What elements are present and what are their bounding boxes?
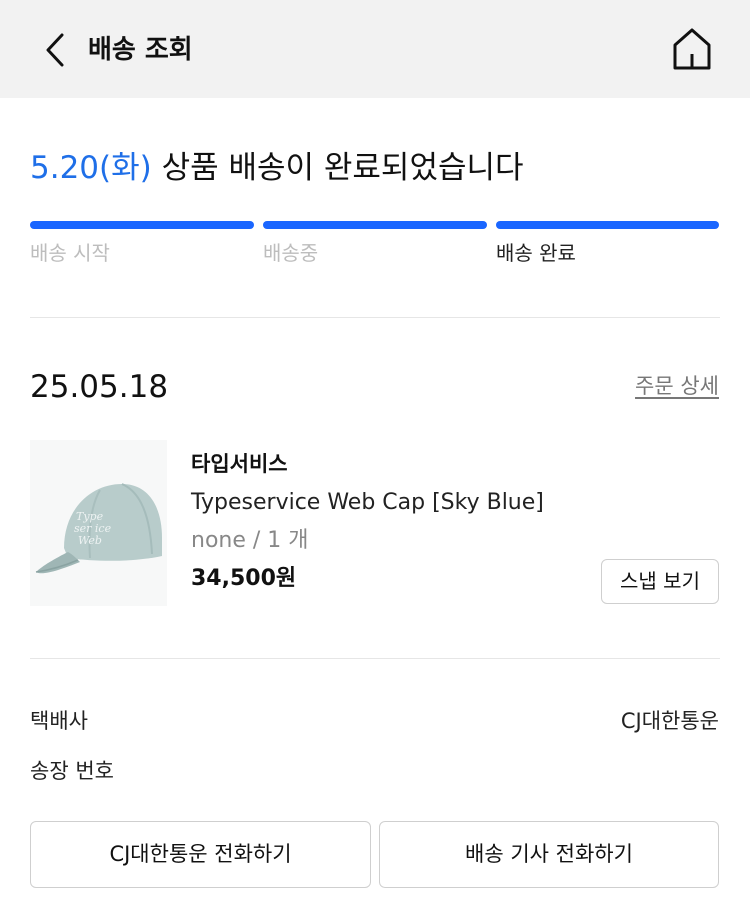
progress-label-start: 배송 시작 [30, 241, 110, 265]
cap-image: Type ser ice Web [30, 440, 167, 606]
call-driver-button[interactable]: 배송 기사 전화하기 [379, 821, 719, 888]
svg-text:Web: Web [78, 534, 102, 547]
page-title: 배송 조회 [88, 35, 193, 65]
order-date: 25.05.18 [30, 369, 169, 405]
progress-label-complete: 배송 완료 [496, 241, 576, 265]
progress-label-in-transit: 배송중 [263, 241, 319, 265]
product-name[interactable]: Typeservice Web Cap [Sky Blue] [191, 487, 544, 519]
snap-view-button[interactable]: 스냅 보기 [601, 559, 719, 604]
chevron-left-icon [46, 33, 64, 67]
home-icon [673, 28, 711, 70]
call-courier-button[interactable]: CJ대한통운 전화하기 [30, 821, 371, 888]
progress-bar-step-1 [30, 221, 254, 229]
progress-bar-step-2 [263, 221, 487, 229]
courier-label: 택배사 [30, 709, 88, 733]
delivery-date: 5.20(화) [30, 150, 152, 186]
courier-value: CJ대한통운 [620, 709, 719, 733]
top-app-bar: 배송 조회 [0, 0, 750, 98]
tracking-number-label: 송장 번호 [30, 759, 114, 783]
product-price: 34,500원 [191, 566, 297, 591]
section-divider [30, 317, 720, 318]
home-button[interactable] [668, 24, 716, 74]
section-divider [30, 658, 720, 659]
brand-name[interactable]: 타입서비스 [191, 449, 288, 479]
progress-bar-step-3 [496, 221, 719, 229]
delivery-status-message: 상품 배송이 완료되었습니다 [151, 150, 524, 186]
delivery-status-headline: 5.20(화) 상품 배송이 완료되었습니다 [30, 146, 524, 190]
back-button[interactable] [38, 30, 72, 70]
order-detail-link[interactable]: 주문 상세 [635, 370, 719, 402]
product-option-quantity: none / 1 개 [191, 528, 309, 553]
product-image[interactable]: Type ser ice Web [30, 440, 167, 606]
